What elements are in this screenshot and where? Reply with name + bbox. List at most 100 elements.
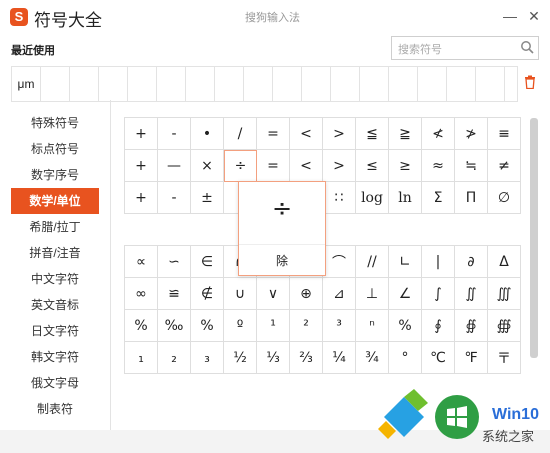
symbol-cell[interactable]: ² bbox=[290, 310, 323, 342]
recent-symbol-cell[interactable] bbox=[244, 67, 273, 101]
trash-icon[interactable] bbox=[524, 75, 536, 89]
symbol-cell[interactable]: ∉ bbox=[191, 278, 224, 310]
symbol-cell[interactable]: × bbox=[191, 150, 224, 182]
sidebar-item[interactable]: 英文音标 bbox=[11, 292, 99, 318]
recent-symbol-cell[interactable] bbox=[273, 67, 302, 101]
recent-symbol-cell[interactable] bbox=[70, 67, 99, 101]
sidebar-item[interactable]: 特殊符号 bbox=[11, 110, 99, 136]
symbol-cell[interactable]: ≦ bbox=[356, 118, 389, 150]
recent-symbol-cell[interactable] bbox=[418, 67, 447, 101]
symbol-cell[interactable]: ⊿ bbox=[323, 278, 356, 310]
symbol-cell[interactable]: ∭ bbox=[488, 278, 521, 310]
recent-symbol-cell[interactable] bbox=[99, 67, 128, 101]
symbol-cell[interactable]: ₁ bbox=[125, 342, 158, 374]
symbol-cell[interactable]: ‰ bbox=[158, 310, 191, 342]
symbol-cell[interactable]: ∬ bbox=[455, 278, 488, 310]
symbol-cell[interactable]: 〒 bbox=[488, 342, 521, 374]
symbol-cell[interactable]: ⊕ bbox=[290, 278, 323, 310]
symbol-cell[interactable]: ÷ bbox=[224, 150, 257, 182]
symbol-cell[interactable]: ∨ bbox=[257, 278, 290, 310]
symbol-cell[interactable]: log bbox=[356, 182, 389, 214]
symbol-cell[interactable]: ≧ bbox=[389, 118, 422, 150]
symbol-cell[interactable]: ℉ bbox=[455, 342, 488, 374]
symbol-cell[interactable]: ¼ bbox=[323, 342, 356, 374]
recent-symbol-cell[interactable] bbox=[215, 67, 244, 101]
sidebar-item[interactable]: 拼音/注音 bbox=[11, 240, 99, 266]
symbol-cell[interactable]: + bbox=[125, 182, 158, 214]
symbol-cell[interactable]: - bbox=[158, 118, 191, 150]
symbol-cell[interactable]: ∟ bbox=[389, 246, 422, 278]
symbol-cell[interactable]: ∅ bbox=[488, 182, 521, 214]
symbol-cell[interactable]: % bbox=[125, 310, 158, 342]
symbol-cell[interactable]: + bbox=[125, 118, 158, 150]
symbol-cell[interactable]: ∝ bbox=[125, 246, 158, 278]
symbol-cell[interactable]: ∠ bbox=[389, 278, 422, 310]
close-button[interactable]: ✕ bbox=[524, 6, 544, 26]
symbol-cell[interactable]: — bbox=[158, 150, 191, 182]
symbol-cell[interactable]: ± bbox=[191, 182, 224, 214]
symbol-cell[interactable]: ln bbox=[389, 182, 422, 214]
symbol-cell[interactable]: ½ bbox=[224, 342, 257, 374]
recent-symbol-cell[interactable] bbox=[128, 67, 157, 101]
symbol-cell[interactable]: < bbox=[290, 118, 323, 150]
symbol-cell[interactable]: ¹ bbox=[257, 310, 290, 342]
sidebar-item[interactable]: 希腊/拉丁 bbox=[11, 214, 99, 240]
sidebar-item[interactable]: 日文字符 bbox=[11, 318, 99, 344]
symbol-cell[interactable]: % bbox=[389, 310, 422, 342]
symbol-cell[interactable]: ≯ bbox=[455, 118, 488, 150]
symbol-cell[interactable]: ∪ bbox=[224, 278, 257, 310]
symbol-cell[interactable]: ∈ bbox=[191, 246, 224, 278]
sidebar-item[interactable]: 标点符号 bbox=[11, 136, 99, 162]
symbol-cell[interactable]: Π bbox=[455, 182, 488, 214]
symbol-cell[interactable]: ₃ bbox=[191, 342, 224, 374]
symbol-cell[interactable]: ≒ bbox=[455, 150, 488, 182]
symbol-cell[interactable]: ℃ bbox=[422, 342, 455, 374]
search-icon[interactable] bbox=[520, 40, 534, 54]
symbol-cell[interactable]: ∷ bbox=[323, 182, 356, 214]
symbol-cell[interactable]: / bbox=[224, 118, 257, 150]
symbol-cell[interactable]: ⊥ bbox=[356, 278, 389, 310]
recent-symbol-cell[interactable] bbox=[302, 67, 331, 101]
scrollbar[interactable] bbox=[530, 118, 538, 358]
symbol-cell[interactable]: ≤ bbox=[356, 150, 389, 182]
symbol-cell[interactable]: ⁿ bbox=[356, 310, 389, 342]
symbol-cell[interactable]: ∽ bbox=[158, 246, 191, 278]
symbol-cell[interactable]: ≮ bbox=[422, 118, 455, 150]
symbol-cell[interactable]: ³ bbox=[323, 310, 356, 342]
recent-symbol-cell[interactable] bbox=[360, 67, 389, 101]
symbol-cell[interactable]: ⌒ bbox=[323, 246, 356, 278]
symbol-cell[interactable]: Σ bbox=[422, 182, 455, 214]
recent-symbol-cell[interactable] bbox=[157, 67, 186, 101]
symbol-cell[interactable]: = bbox=[257, 118, 290, 150]
symbol-cell[interactable]: ° bbox=[389, 342, 422, 374]
minimize-button[interactable]: — bbox=[500, 6, 520, 26]
sidebar-item[interactable]: 数学/单位 bbox=[11, 188, 99, 214]
symbol-cell[interactable]: Δ bbox=[488, 246, 521, 278]
symbol-cell[interactable]: • bbox=[191, 118, 224, 150]
symbol-cell[interactable]: ≥ bbox=[389, 150, 422, 182]
symbol-cell[interactable]: = bbox=[257, 150, 290, 182]
sidebar-item[interactable]: 韩文字符 bbox=[11, 344, 99, 370]
symbol-cell[interactable]: ≈ bbox=[422, 150, 455, 182]
symbol-cell[interactable]: ≠ bbox=[488, 150, 521, 182]
sidebar-item[interactable]: 俄文字母 bbox=[11, 370, 99, 396]
recent-symbol-cell[interactable] bbox=[476, 67, 505, 101]
symbol-cell[interactable]: | bbox=[422, 246, 455, 278]
symbol-cell[interactable]: ⅓ bbox=[257, 342, 290, 374]
symbol-cell[interactable]: ∯ bbox=[455, 310, 488, 342]
symbol-cell[interactable]: ∮ bbox=[422, 310, 455, 342]
symbol-cell[interactable]: > bbox=[323, 150, 356, 182]
symbol-cell[interactable]: % bbox=[191, 310, 224, 342]
symbol-cell[interactable]: º bbox=[224, 310, 257, 342]
recent-symbol-cell[interactable] bbox=[447, 67, 476, 101]
sidebar-item[interactable]: 数字序号 bbox=[11, 162, 99, 188]
symbol-cell[interactable]: - bbox=[158, 182, 191, 214]
sidebar-item[interactable]: 中文字符 bbox=[11, 266, 99, 292]
symbol-cell[interactable]: ≌ bbox=[158, 278, 191, 310]
recent-symbol-cell[interactable] bbox=[186, 67, 215, 101]
symbol-cell[interactable]: ∰ bbox=[488, 310, 521, 342]
symbol-cell[interactable]: // bbox=[356, 246, 389, 278]
symbol-cell[interactable]: ≡ bbox=[488, 118, 521, 150]
search-input[interactable]: 搜索符号 bbox=[391, 36, 539, 60]
symbol-cell[interactable]: ∞ bbox=[125, 278, 158, 310]
